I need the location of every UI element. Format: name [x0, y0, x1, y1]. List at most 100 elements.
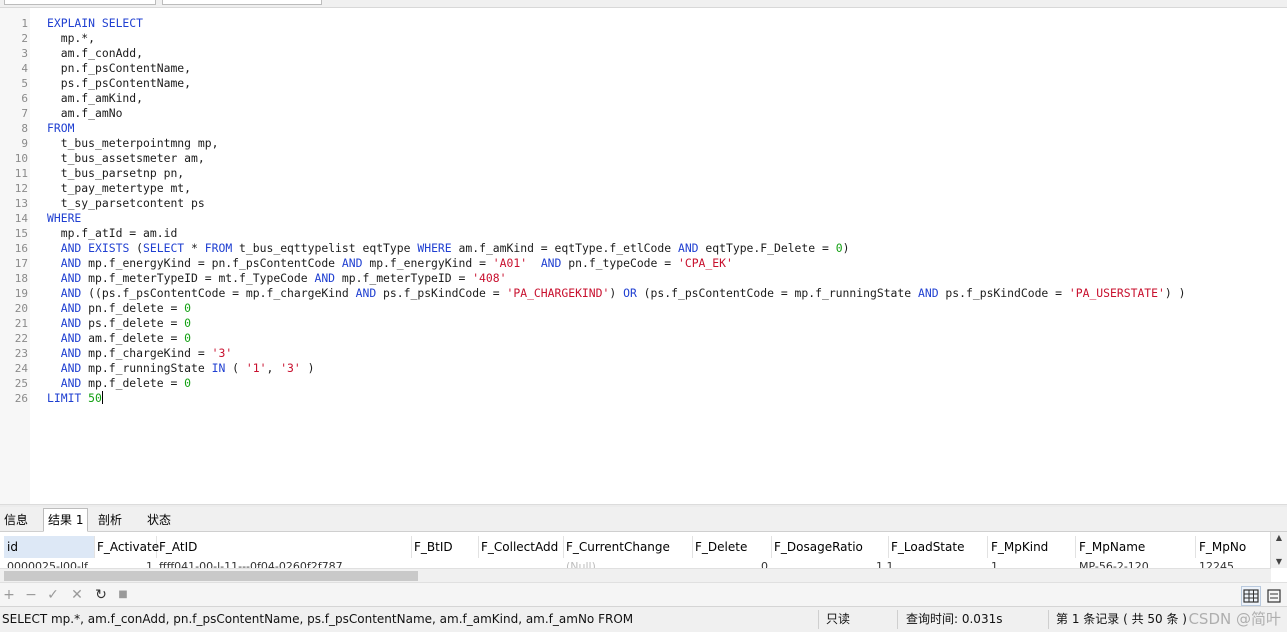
tab-status[interactable]: 状态: [143, 509, 175, 531]
line-number: 23: [14, 347, 28, 360]
code-text[interactable]: am.f_conAdd,: [47, 46, 143, 61]
grid-horizontal-scrollbar[interactable]: [0, 568, 1271, 583]
column-header-f-btid[interactable]: F_BtID: [411, 536, 479, 558]
sql-token: AND: [917, 286, 939, 300]
code-text[interactable]: pn.f_psContentName,: [47, 61, 191, 76]
horizontal-scroll-thumb[interactable]: [4, 571, 418, 581]
sql-token: LIMIT: [47, 391, 82, 405]
column-header-f-currentchange[interactable]: F_CurrentChange: [563, 536, 693, 558]
code-text[interactable]: AND mp.f_chargeKind = '3': [47, 346, 232, 361]
code-text[interactable]: EXPLAIN SELECT: [47, 16, 143, 31]
sql-token: eqtType.F_Delete =: [698, 241, 836, 255]
code-text[interactable]: AND mp.f_delete = 0: [47, 376, 191, 391]
column-header-f-mpname[interactable]: F_MpName: [1076, 536, 1196, 558]
sql-token: AND: [60, 316, 82, 330]
sql-token: WHERE: [47, 211, 82, 225]
code-text[interactable]: t_bus_assetsmeter am,: [47, 151, 205, 166]
cell-f-activate[interactable]: 1: [146, 560, 153, 568]
cell-f-currentchange[interactable]: (Null): [566, 560, 596, 568]
sql-token: ps.f_psKindCode =: [938, 286, 1069, 300]
delete-record-icon[interactable]: −: [22, 585, 40, 605]
query-tab-stub[interactable]: [4, 0, 156, 5]
column-header-f-atid[interactable]: F_AtID: [156, 536, 412, 558]
result-grid[interactable]: id F_Activate F_AtID F_BtID F_CollectAdd…: [0, 532, 1271, 568]
code-text[interactable]: ps.f_psContentName,: [47, 76, 191, 91]
code-text[interactable]: AND ps.f_delete = 0: [47, 316, 191, 331]
scroll-down-icon[interactable]: ▼: [1271, 556, 1287, 568]
sql-token: 'PA_USERSTATE': [1068, 286, 1165, 300]
sql-editor[interactable]: 1 EXPLAIN SELECT 2 mp.*, 3 am.f_conAdd, 4 pn…: [0, 8, 1287, 504]
code-text[interactable]: AND ((ps.f_psContentCode = mp.f_chargeKi…: [47, 286, 1186, 301]
sql-token: mp.*,: [47, 31, 96, 45]
line-number: 21: [14, 317, 28, 330]
form-view-icon[interactable]: [1264, 586, 1284, 606]
column-header-f-delete[interactable]: F_Delete: [692, 536, 772, 558]
code-text[interactable]: t_pay_metertype mt,: [47, 181, 191, 196]
tab-info[interactable]: 信息: [0, 509, 32, 531]
sql-token: t_bus_parsetnp pn,: [47, 166, 185, 180]
code-text[interactable]: mp.*,: [47, 31, 95, 46]
grid-view-icon[interactable]: [1241, 586, 1261, 606]
code-text[interactable]: FROM: [47, 121, 74, 136]
column-header-f-mpno[interactable]: F_MpNo: [1196, 536, 1269, 558]
status-divider: [1048, 610, 1049, 629]
sql-token: 0: [184, 301, 192, 315]
code-text[interactable]: am.f_amKind,: [47, 91, 143, 106]
refresh-icon[interactable]: ↻: [92, 585, 110, 605]
column-header-id[interactable]: id: [4, 536, 95, 558]
line-number: 25: [14, 377, 28, 390]
column-header-f-activate[interactable]: F_Activate: [94, 536, 159, 558]
code-text[interactable]: t_sy_parsetcontent ps: [47, 196, 205, 211]
cell-f-delete[interactable]: 0: [761, 560, 768, 568]
tab-result-1[interactable]: 结果 1: [43, 508, 89, 532]
code-text[interactable]: AND EXISTS (SELECT * FROM t_bus_eqttypel…: [47, 241, 850, 256]
code-text[interactable]: WHERE: [47, 211, 81, 226]
sql-token: 0: [184, 316, 192, 330]
sql-token: 'PA_CHARGEKIND': [506, 286, 610, 300]
sql-token: OR: [623, 286, 637, 300]
code-text[interactable]: mp.f_atId = am.id: [47, 226, 178, 241]
scroll-up-icon[interactable]: ▲: [1271, 532, 1287, 544]
grid-vertical-scrollbar[interactable]: ▲ ▼: [1270, 532, 1287, 568]
column-header-f-dosageratio[interactable]: F_DosageRatio: [771, 536, 889, 558]
column-header-f-mpkind[interactable]: F_MpKind: [988, 536, 1076, 558]
cell-f-mpname[interactable]: MP-56-2-120: [1079, 560, 1149, 568]
sql-token: ((ps.f_psContentCode = mp.f_chargeKind: [81, 286, 356, 300]
cell-id[interactable]: 0000025-l00-lf: [7, 560, 88, 568]
code-text[interactable]: AND am.f_delete = 0: [47, 331, 191, 346]
code-text[interactable]: t_bus_meterpointmng mp,: [47, 136, 219, 151]
code-text[interactable]: AND mp.f_runningState IN ( '1', '3' ): [47, 361, 315, 376]
cell-f-mpkind[interactable]: 1: [991, 560, 998, 568]
column-header-f-loadstate[interactable]: F_LoadState: [888, 536, 988, 558]
cell-f-mpno[interactable]: 12245: [1199, 560, 1234, 568]
sql-token: ps.f_psContentName,: [47, 76, 192, 90]
sql-token: t_bus_eqttypelist eqtType: [232, 241, 418, 255]
code-text[interactable]: am.f_amNo: [47, 106, 123, 121]
sql-token: ps.f_psKindCode =: [376, 286, 507, 300]
line-number: 11: [14, 167, 28, 180]
code-text[interactable]: LIMIT 50: [47, 391, 103, 406]
code-text[interactable]: AND mp.f_meterTypeID = mt.f_TypeCode AND…: [47, 271, 507, 286]
column-header-f-collectadd[interactable]: F_CollectAdd: [478, 536, 564, 558]
sql-token: ): [842, 241, 850, 255]
sql-token: am.f_amNo: [47, 106, 123, 120]
cell-f-atid[interactable]: ffff041-00-l-11---0f04-0260f2f787: [159, 560, 343, 568]
code-text[interactable]: t_bus_parsetnp pn,: [47, 166, 184, 181]
sql-token: AND: [60, 331, 82, 345]
code-text[interactable]: AND mp.f_energyKind = pn.f_psContentCode…: [47, 256, 733, 271]
apply-changes-icon[interactable]: ✓: [44, 585, 62, 605]
top-tab-strip: [0, 0, 1287, 8]
sql-token: pn.f_psContentName,: [47, 61, 192, 75]
add-record-icon[interactable]: +: [0, 585, 18, 605]
stop-icon[interactable]: ■: [114, 585, 132, 605]
sql-token: IN: [211, 361, 226, 375]
discard-changes-icon[interactable]: ✕: [68, 585, 86, 605]
cell-f-dosageratio[interactable]: 1.1: [876, 560, 894, 568]
tab-profile[interactable]: 剖析: [94, 509, 126, 531]
code-text[interactable]: AND pn.f_delete = 0: [47, 301, 191, 316]
sql-token: t_bus_assetsmeter am,: [47, 151, 205, 165]
query-tab-stub-2[interactable]: [162, 0, 322, 5]
